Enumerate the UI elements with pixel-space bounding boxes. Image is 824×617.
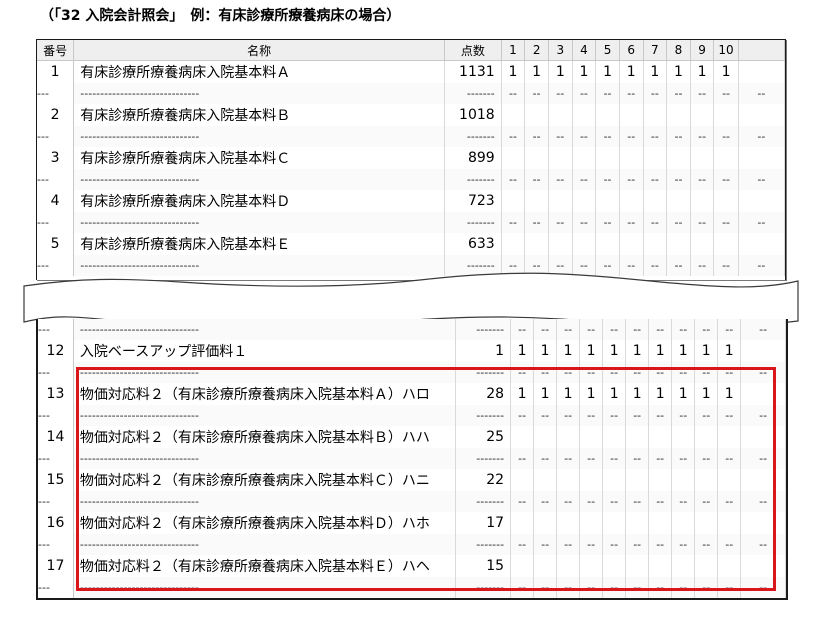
separator-day: --: [671, 319, 696, 340]
separator-row: --- ------------------------------ -------…: [38, 319, 786, 340]
separator-number: ---: [38, 362, 74, 383]
separator-number: ---: [38, 534, 74, 555]
row-points: 1: [455, 340, 512, 362]
highlight-box: [76, 367, 776, 591]
separator-number: ---: [38, 405, 74, 426]
table-row[interactable]: 12 入院ベースアップ評価料１ 1 1 1 1 1 1 1 1 1 1 1: [38, 340, 786, 362]
row-day-7[interactable]: 1: [648, 340, 673, 362]
row-day-1[interactable]: 1: [510, 340, 535, 362]
separator-number: ---: [38, 577, 74, 598]
separator-number: ---: [38, 491, 74, 512]
separator-day: --: [533, 319, 558, 340]
row-day-10[interactable]: 1: [717, 340, 742, 362]
row-number: 13: [38, 383, 74, 405]
separator-day: --: [510, 319, 535, 340]
separator-number: ---: [38, 448, 74, 469]
separator-day: --: [648, 319, 673, 340]
separator-day: --: [602, 319, 627, 340]
separator-day: --: [717, 319, 742, 340]
separator-points: -------: [455, 319, 512, 340]
row-day-3[interactable]: 1: [556, 340, 581, 362]
separator-day: --: [579, 319, 604, 340]
separator-number: ---: [38, 319, 74, 340]
separator-day: --: [694, 319, 719, 340]
row-number: 15: [38, 469, 74, 491]
row-day-8[interactable]: 1: [671, 340, 696, 362]
row-name: 入院ベースアップ評価料１: [73, 340, 457, 362]
row-day-6[interactable]: 1: [625, 340, 650, 362]
row-number: 16: [38, 512, 74, 534]
row-day-5[interactable]: 1: [602, 340, 627, 362]
separator-day: --: [556, 319, 581, 340]
row-day-2[interactable]: 1: [533, 340, 558, 362]
row-day-9[interactable]: 1: [694, 340, 719, 362]
row-filler: [740, 340, 786, 362]
row-number: 17: [38, 555, 74, 577]
separator-day: --: [740, 319, 786, 340]
row-number: 12: [38, 340, 74, 362]
row-number: 14: [38, 426, 74, 448]
row-day-4[interactable]: 1: [579, 340, 604, 362]
separator-name: ------------------------------: [73, 319, 457, 340]
separator-day: --: [625, 319, 650, 340]
